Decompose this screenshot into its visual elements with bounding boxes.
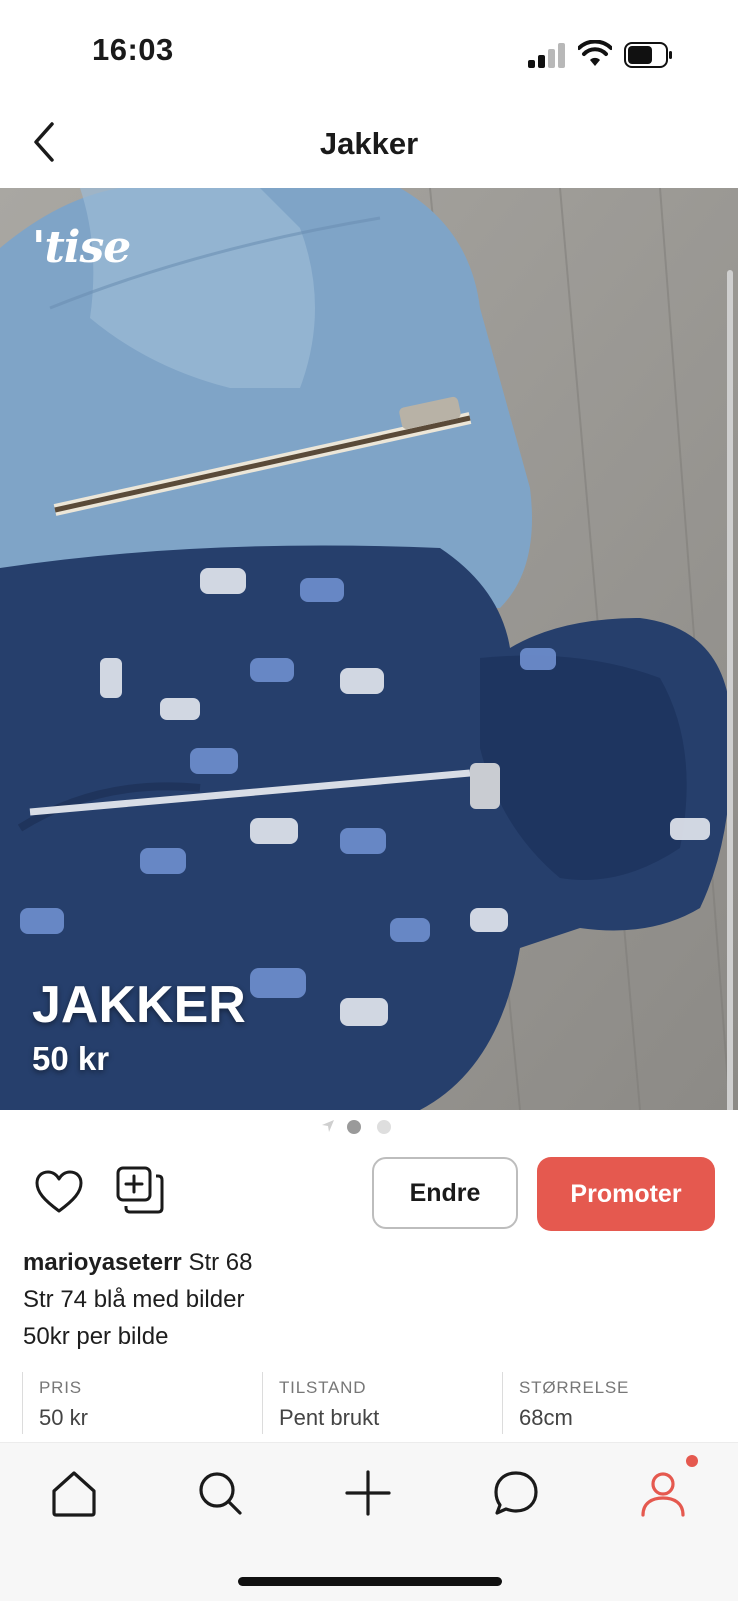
chat-bubble-icon[interactable] [488,1465,544,1521]
plus-icon[interactable] [340,1465,396,1521]
photo-overlay-price: 50 kr [32,1040,110,1077]
home-icon[interactable] [46,1465,102,1521]
listing-description: marioyaseterr Str 68 Str 74 blå med bild… [23,1244,713,1355]
edit-button[interactable]: Endre [372,1157,518,1229]
detail-size: STØRRELSE 68cm [502,1372,722,1434]
listing-details: PRIS 50 kr TILSTAND Pent brukt STØRRELSE… [22,1372,722,1434]
description-line-2: Str 74 blå med bilder [23,1286,245,1313]
scroll-indicator [727,270,733,1110]
tise-watermark: 'tise [32,222,131,273]
detail-condition: TILSTAND Pent brukt [262,1372,502,1434]
home-indicator[interactable] [238,1577,502,1586]
description-line-1: Str 68 [188,1249,253,1276]
detail-label: STØRRELSE [519,1378,630,1397]
detail-value: 68cm [519,1405,573,1430]
cellular-signal-icon [528,42,566,68]
description-line-3: 50kr per bilde [23,1323,169,1350]
navigation-header: Jakker [0,100,738,188]
listing-actions: Endre Promoter [0,1155,738,1235]
status-time: 16:03 [92,32,174,67]
detail-value: 50 kr [39,1405,88,1430]
heart-icon[interactable] [34,1169,84,1215]
listing-photo[interactable] [0,188,738,1110]
pagination-dot-active[interactable] [347,1120,361,1134]
detail-price: PRIS 50 kr [22,1372,262,1434]
photo-pagination [320,1118,420,1134]
detail-label: PRIS [39,1378,82,1397]
add-to-collection-icon[interactable] [115,1165,165,1215]
battery-icon [624,42,672,68]
photo-overlay-title: JAKKER [32,976,246,1034]
page-title: Jakker [319,126,419,161]
promote-button[interactable]: Promoter [537,1157,715,1231]
wifi-icon [578,40,612,66]
notification-badge [686,1455,698,1467]
location-arrow-icon [322,1120,334,1132]
status-bar: 16:03 [0,0,738,100]
search-icon[interactable] [192,1465,248,1521]
profile-icon[interactable] [635,1465,691,1521]
detail-label: TILSTAND [279,1378,367,1397]
pagination-dot[interactable] [377,1120,391,1134]
detail-value: Pent brukt [279,1405,380,1430]
seller-username[interactable]: marioyaseterr [23,1249,182,1276]
